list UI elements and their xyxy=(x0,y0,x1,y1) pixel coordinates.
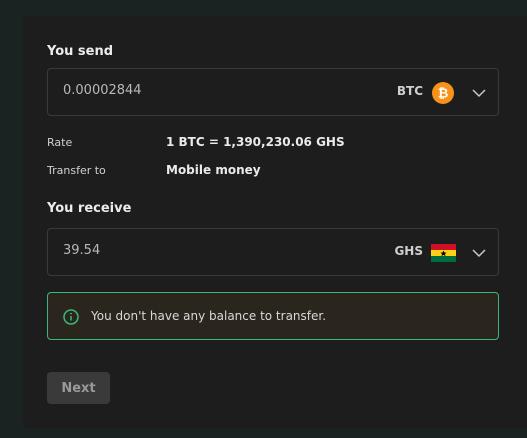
bitcoin-icon: ₿ xyxy=(432,82,454,104)
receive-currency-code: GHS xyxy=(394,244,423,258)
ghana-flag-icon xyxy=(431,244,456,262)
you-receive-label: You receive xyxy=(47,201,132,216)
insufficient-balance-alert: You don't have any balance to transfer. xyxy=(47,292,499,340)
svg-text:₿: ₿ xyxy=(438,87,449,102)
you-send-label: You send xyxy=(47,44,114,59)
send-amount-field[interactable]: BTC ₿ xyxy=(47,68,499,116)
info-circle-icon xyxy=(63,309,79,325)
send-chevron-down-icon[interactable] xyxy=(472,86,486,100)
receive-chevron-down-icon[interactable] xyxy=(472,246,486,260)
transfer-to-value: Mobile money xyxy=(166,163,261,177)
receive-amount-field[interactable]: GHS xyxy=(47,228,499,276)
alert-message: You don't have any balance to transfer. xyxy=(91,309,327,323)
next-button[interactable]: Next xyxy=(47,372,110,404)
rate-label: Rate xyxy=(47,136,73,149)
send-amount-input[interactable] xyxy=(63,83,363,98)
transfer-to-label: Transfer to xyxy=(47,164,106,177)
transfer-panel: You send BTC ₿ Rate 1 BTC = 1,390,230.06… xyxy=(23,16,527,428)
rate-value: 1 BTC = 1,390,230.06 GHS xyxy=(166,135,345,149)
send-currency-code: BTC xyxy=(396,84,423,98)
receive-amount-input[interactable] xyxy=(63,243,363,258)
